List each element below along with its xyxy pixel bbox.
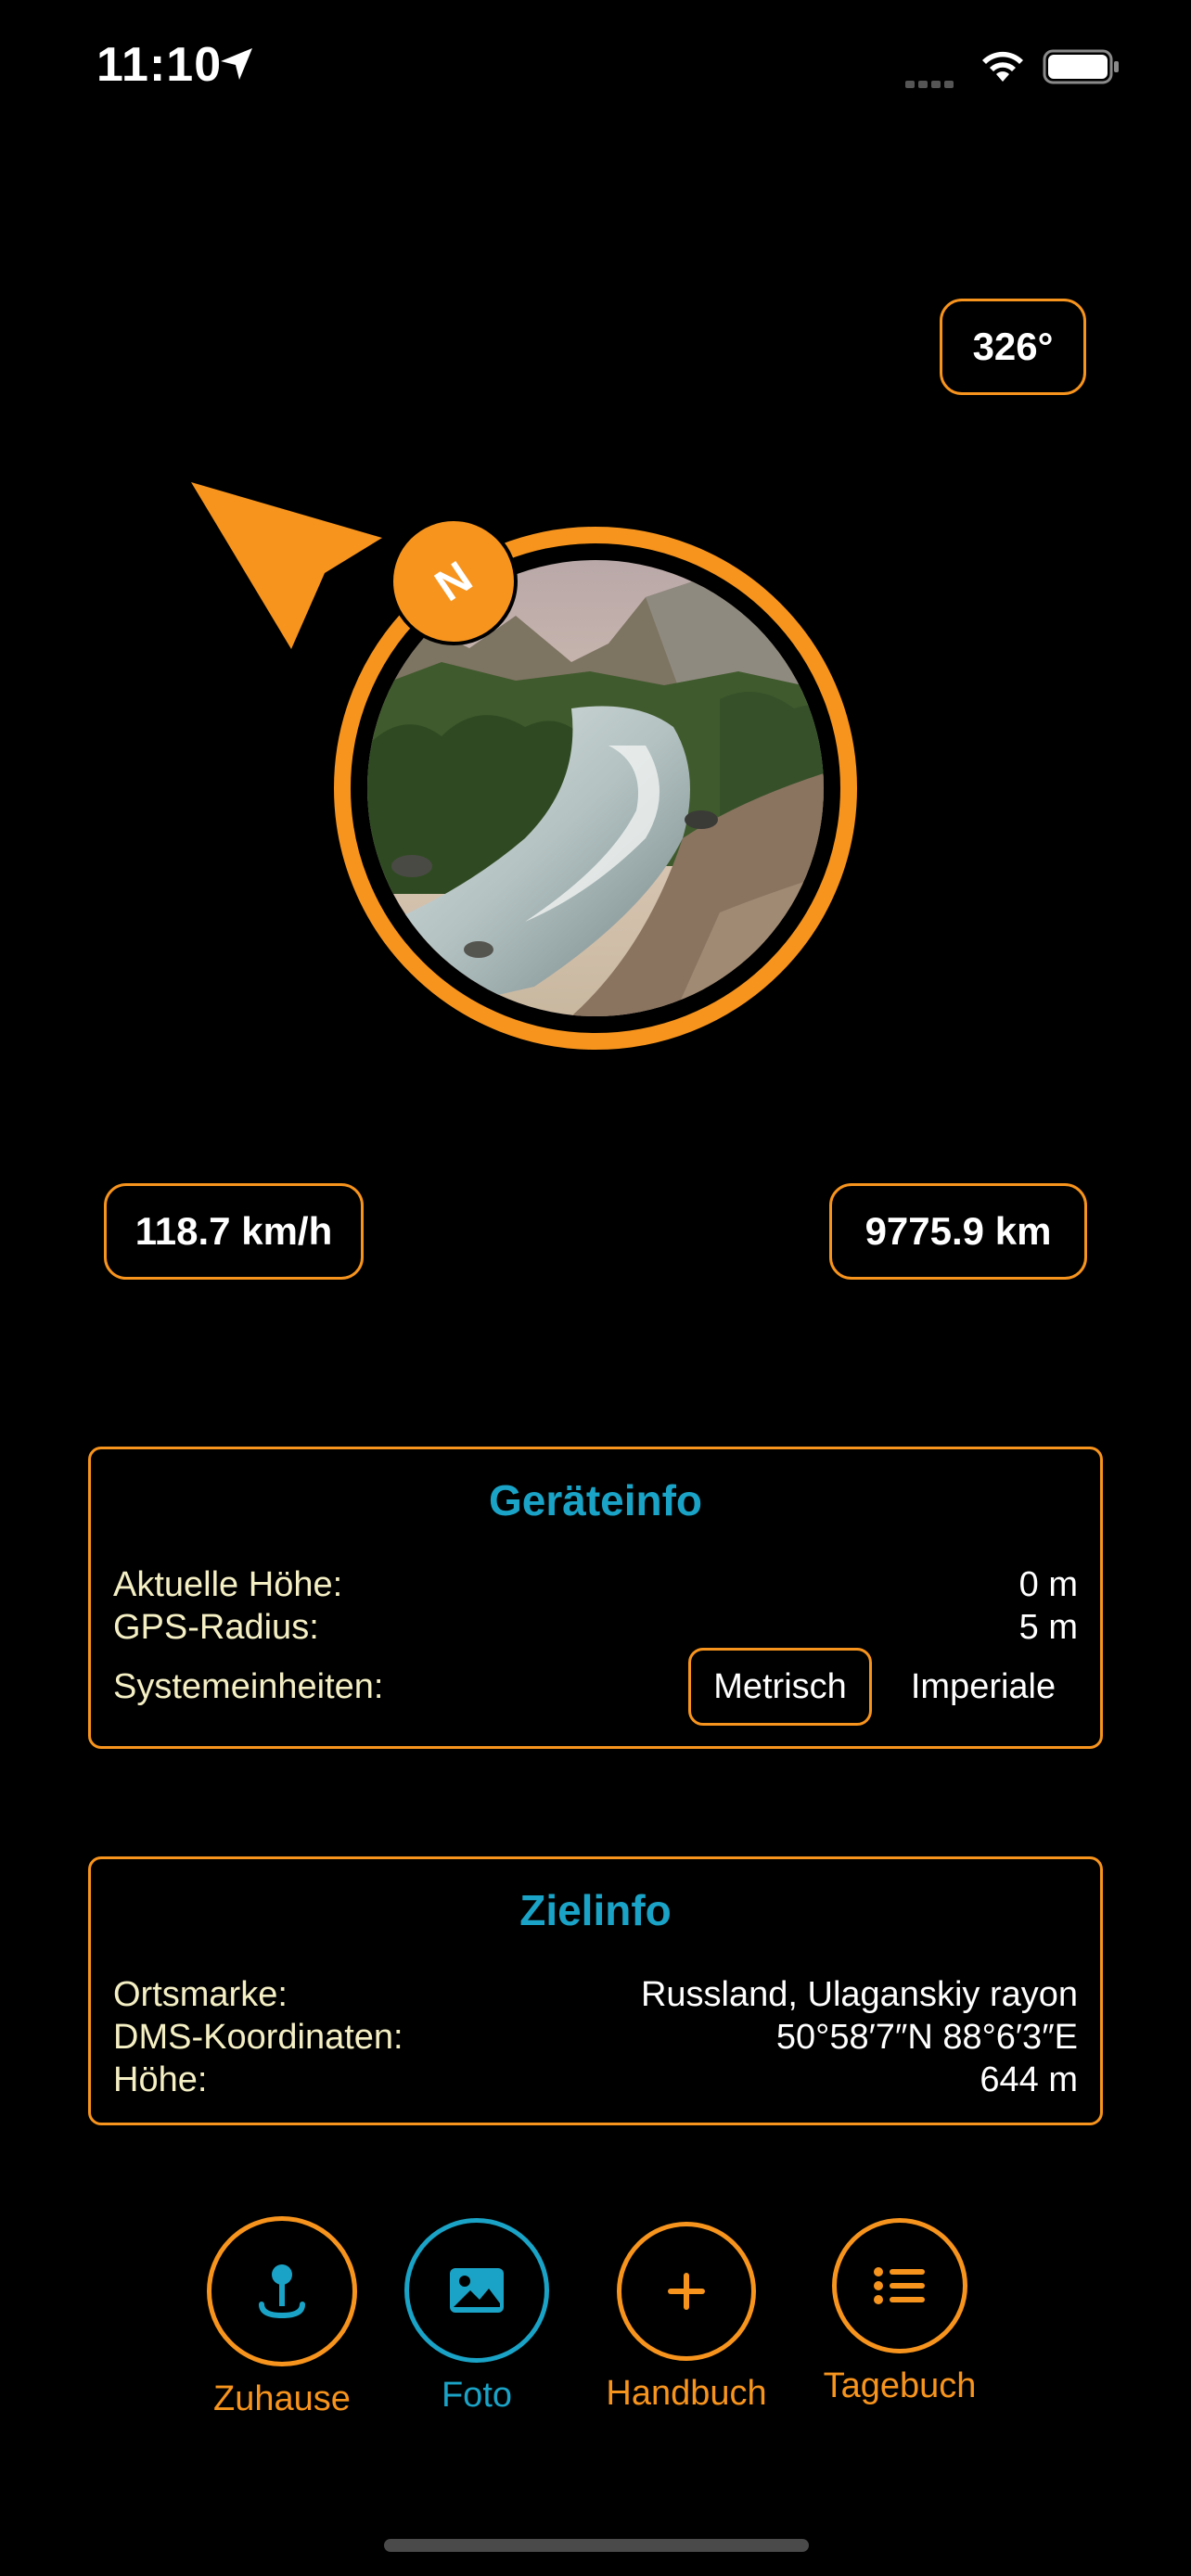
landmark-label: Ortsmarke: — [113, 1975, 288, 2014]
manual-label: Handbuch — [606, 2374, 767, 2413]
photo-button[interactable] — [404, 2218, 549, 2363]
north-label: N — [426, 552, 481, 611]
units-imperial-button[interactable]: Imperiale — [890, 1648, 1076, 1726]
journal-action[interactable]: Tagebuch — [811, 2218, 989, 2406]
photo-icon — [450, 2268, 504, 2313]
units-metric-button[interactable]: Metrisch — [688, 1648, 872, 1726]
device-info-panel: Geräteinfo Aktuelle Höhe: 0 m GPS-Radius… — [88, 1447, 1103, 1749]
cellular-signal-icon — [905, 76, 965, 88]
gps-radius-value: 5 m — [1018, 1608, 1078, 1647]
dms-row: DMS-Koordinaten: 50°58′7″N 88°6′3″E — [113, 2015, 1078, 2060]
battery-icon — [1043, 49, 1119, 84]
journal-button[interactable] — [832, 2218, 967, 2353]
photo-action[interactable]: Foto — [399, 2218, 555, 2416]
home-indicator[interactable] — [384, 2539, 809, 2552]
direction-pointer-icon — [191, 482, 382, 649]
home-label: Zuhause — [213, 2379, 351, 2418]
target-info-title: Zielinfo — [519, 1886, 672, 1934]
home-button[interactable] — [207, 2216, 357, 2366]
location-arrow-icon — [221, 48, 252, 80]
device-info-title: Geräteinfo — [488, 1476, 703, 1524]
altitude-value: 0 m — [1018, 1565, 1078, 1604]
manual-button[interactable] — [617, 2222, 756, 2361]
list-icon — [874, 2267, 925, 2304]
height-row: Höhe: 644 m — [113, 2058, 1078, 2102]
landmark-row: Ortsmarke: Russland, Ulaganskiy rayon — [113, 1972, 1078, 2017]
speed-badge: 118.7 km/h — [104, 1183, 364, 1280]
dms-label: DMS-Koordinaten: — [113, 2018, 403, 2057]
height-label: Höhe: — [113, 2060, 208, 2099]
dms-value: 50°58′7″N 88°6′3″E — [775, 2018, 1078, 2057]
units-label: Systemeinheiten: — [113, 1667, 384, 1706]
target-info-panel: Zielinfo Ortsmarke: Russland, Ulaganskiy… — [88, 1856, 1103, 2125]
journal-label: Tagebuch — [823, 2366, 977, 2405]
manual-action[interactable]: Handbuch — [594, 2222, 779, 2414]
gps-radius-label: GPS-Radius: — [113, 1608, 319, 1647]
status-time: 11:10 — [96, 38, 223, 92]
plus-icon — [668, 2273, 705, 2310]
wifi-icon — [982, 51, 1023, 82]
gps-radius-row: GPS-Radius: 5 m — [113, 1605, 1078, 1650]
heading-badge: 326° — [940, 299, 1086, 395]
north-badge: N — [390, 517, 518, 645]
home-action[interactable]: Zuhause — [197, 2216, 367, 2419]
altitude-label: Aktuelle Höhe: — [113, 1565, 343, 1604]
home-pin-icon — [259, 2264, 305, 2319]
distance-badge: 9775.9 km — [829, 1183, 1087, 1280]
photo-label: Foto — [441, 2376, 513, 2415]
landmark-value: Russland, Ulaganskiy rayon — [640, 1975, 1078, 2014]
altitude-row: Aktuelle Höhe: 0 m — [113, 1562, 1078, 1607]
height-value: 644 m — [980, 2060, 1078, 2099]
